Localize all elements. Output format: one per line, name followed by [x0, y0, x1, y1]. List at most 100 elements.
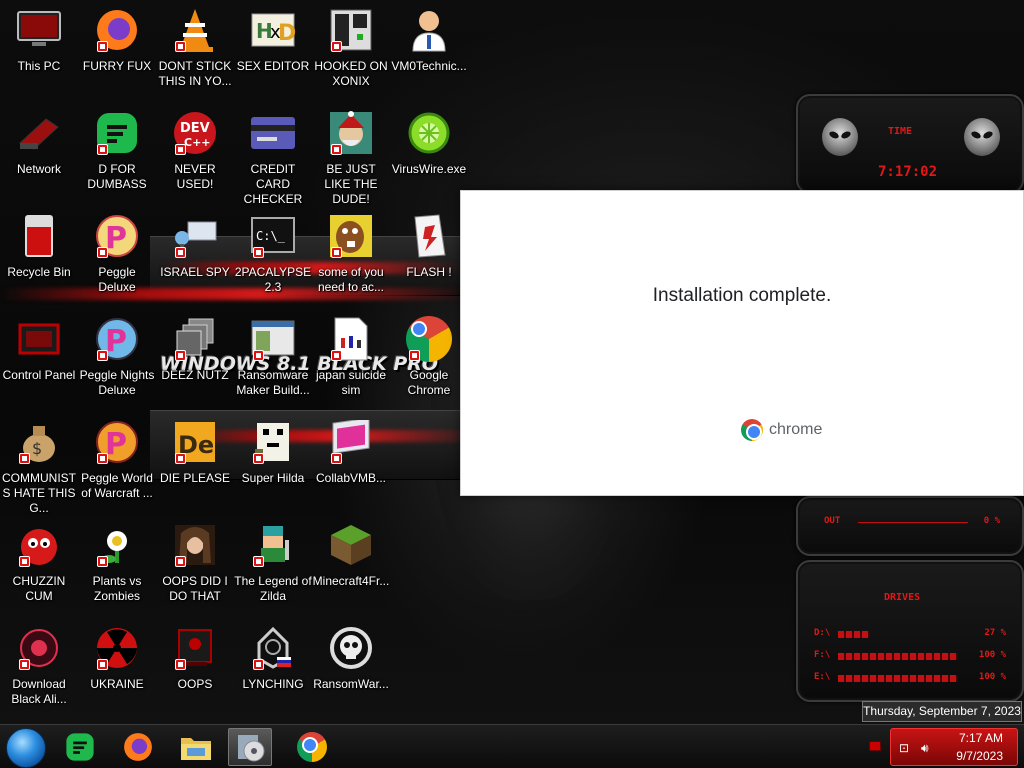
icon-label: This PC	[17, 59, 61, 73]
out-graph	[858, 522, 968, 523]
desktop-icon-control-panel[interactable]: Control Panel	[0, 315, 78, 383]
peggle-icon: P	[93, 212, 141, 260]
desktop-icon-download-black-alien[interactable]: Download Black Ali...	[0, 624, 78, 707]
network-status-icon[interactable]: ⊡	[899, 741, 909, 755]
icon-label: Peggle Deluxe	[98, 265, 136, 294]
desktop-icon-hooked-on-xonix[interactable]: HOOKED ON XONIX	[312, 6, 390, 89]
taskbar-chrome[interactable]	[290, 728, 334, 766]
taskbar-firefox[interactable]	[116, 728, 160, 766]
svg-text:C:\_: C:\_	[256, 229, 286, 243]
desktop-icon-israel-spy[interactable]: ISRAEL SPY	[156, 212, 234, 280]
desktop-icon-viruswire[interactable]: VirusWire.exe	[390, 109, 468, 177]
desktop-icon-minecraft[interactable]: Minecraft4Fr...	[312, 521, 390, 589]
desktop-icon-google-chrome[interactable]: Google Chrome	[390, 315, 468, 398]
desktop-icon-deez-nutz[interactable]: DEEZ NUTZ	[156, 315, 234, 383]
desktop-icon-flash[interactable]: FLASH !	[390, 212, 468, 280]
taskbar-feedly[interactable]	[58, 728, 102, 766]
money-bag-icon: $	[15, 418, 63, 466]
desktop-icon-zilda[interactable]: The Legend of Zilda	[234, 521, 312, 604]
desktop-icon-this-pc[interactable]: This PC	[0, 6, 78, 74]
desktop-icon-credit-card-checker[interactable]: CREDIT CARD CHECKER	[234, 109, 312, 207]
network-gadget: OUT 0 %	[796, 496, 1024, 556]
dude-icon	[327, 109, 375, 157]
taskbar-file-explorer[interactable]	[174, 728, 218, 766]
clock-time[interactable]: 7:17 AM	[959, 731, 1003, 745]
document-icon	[327, 315, 375, 363]
desktop-icon-lynching[interactable]: LYNCHING	[234, 624, 312, 692]
desktop-icon-never-used[interactable]: DEV C++ NEVER USED!	[156, 109, 234, 192]
desktop-icon-2pacalypse[interactable]: C:\_ 2PACALYPSE 2.3	[234, 212, 312, 295]
desktop-icon-oops-did-i[interactable]: OOPS DID I DO THAT	[156, 521, 234, 604]
desktop-icon-japan-suicide-sim[interactable]: japan suicide sim	[312, 315, 390, 398]
start-button[interactable]	[6, 728, 46, 768]
desktop-icon-sex-editor[interactable]: HxD SEX EDITOR	[234, 6, 312, 74]
drive-row: F:\ 100 %	[808, 650, 1012, 664]
desktop-icon-chuzzin[interactable]: CHUZZIN CUM	[0, 521, 78, 604]
shortcut-badge-icon	[175, 659, 186, 670]
flash-file-icon	[405, 212, 453, 260]
out-value: 0 %	[983, 516, 1000, 526]
shortcut-badge-icon	[331, 41, 342, 52]
alien-icon	[964, 118, 1000, 156]
drive-row: E:\ 100 %	[808, 672, 1012, 686]
icon-label: Control Panel	[2, 368, 76, 382]
desktop-icon-network[interactable]: Network	[0, 109, 78, 177]
icon-label: CREDIT CARD CHECKER	[243, 162, 303, 206]
system-tray[interactable]: ⊡ 🔊︎ 7:17 AM 9/7/2023	[890, 728, 1018, 766]
shortcut-badge-icon	[253, 453, 264, 464]
desktop-icon-dont-stick[interactable]: DONT STICK THIS IN YO...	[156, 6, 234, 89]
shortcut-badge-icon	[97, 350, 108, 361]
desktop-icon-die-please[interactable]: De DIE PLEASE	[156, 418, 234, 486]
desktop-icon-some-of-you[interactable]: some of you need to ac...	[312, 212, 390, 295]
icon-label: VirusWire.exe	[391, 162, 467, 176]
peggle-icon: P	[93, 315, 141, 363]
desktop-icon-ransomware-maker[interactable]: Ransomware Maker Build...	[234, 315, 312, 398]
svg-text:P: P	[105, 221, 127, 256]
credit-card-icon	[249, 109, 297, 157]
icon-label: BE JUST LIKE THE DUDE!	[324, 162, 378, 206]
shortcut-badge-icon	[97, 453, 108, 464]
desktop-icon-recycle-bin[interactable]: Recycle Bin	[0, 212, 78, 280]
alien-orb-icon	[15, 624, 63, 672]
radiation-icon	[93, 624, 141, 672]
desktop-icon-ransomwar[interactable]: RansomWar...	[312, 624, 390, 692]
shortcut-badge-icon	[97, 659, 108, 670]
desktop-icon-peggle-deluxe[interactable]: P Peggle Deluxe	[78, 212, 156, 295]
dev-cpp-icon: DEV C++	[171, 109, 219, 157]
shortcut-badge-icon	[253, 350, 264, 361]
shortcut-badge-icon	[97, 247, 108, 258]
skull-icon	[327, 624, 375, 672]
drive-percent: 100 %	[978, 650, 1006, 660]
desktop-icon-be-the-dude[interactable]: BE JUST LIKE THE DUDE!	[312, 109, 390, 207]
shortcut-badge-icon	[331, 247, 342, 258]
shortcut-badge-icon	[331, 144, 342, 155]
desktop-icon-communists[interactable]: $ COMMUNISTS HATE THIS G...	[0, 418, 78, 516]
desktop-icon-oops[interactable]: OOPS	[156, 624, 234, 692]
desktop-icon-collabvm[interactable]: CollabVMB...	[312, 418, 390, 486]
desktop-icon-peggle-nights[interactable]: P Peggle Nights Deluxe	[78, 315, 156, 398]
desktop-icon-peggle-wow[interactable]: P Peggle World of Warcraft ...	[78, 418, 156, 501]
shortcut-badge-icon	[175, 41, 186, 52]
computer-icon	[15, 6, 63, 54]
icon-label: NEVER USED!	[174, 162, 216, 191]
desktop-icon-furry-fux[interactable]: FURRY FUX	[78, 6, 156, 74]
icon-label: Ransomware Maker Build...	[236, 368, 310, 397]
vlc-cone-icon	[171, 6, 219, 54]
drives-gadget: DRIVES D:\ 27 % F:\ 100 % E:\ 100 %	[796, 560, 1024, 702]
show-hidden-icons-button[interactable]	[869, 741, 881, 751]
pixel-hero-icon	[249, 521, 297, 569]
shortcut-badge-icon	[175, 556, 186, 567]
clock-date[interactable]: 9/7/2023	[956, 749, 1003, 763]
spy-tool-icon	[171, 212, 219, 260]
icon-label: Plants vs Zombies	[92, 574, 142, 603]
desktop-icon-pvz[interactable]: Plants vs Zombies	[78, 521, 156, 604]
shortcut-badge-icon	[253, 556, 264, 567]
taskbar-media-installer[interactable]	[228, 728, 272, 766]
desktop-icon-vm0technic[interactable]: VM0Technic...	[390, 6, 468, 74]
icon-label: japan suicide sim	[315, 368, 387, 397]
chrome-icon	[297, 732, 327, 762]
desktop-icon-ukraine[interactable]: UKRAINE	[78, 624, 156, 692]
desktop-icon-super-hilda[interactable]: Super Hilda	[234, 418, 312, 486]
volume-icon[interactable]: 🔊︎	[921, 741, 929, 756]
desktop-icon-d-for-dumbass[interactable]: D FOR DUMBASS	[78, 109, 156, 192]
